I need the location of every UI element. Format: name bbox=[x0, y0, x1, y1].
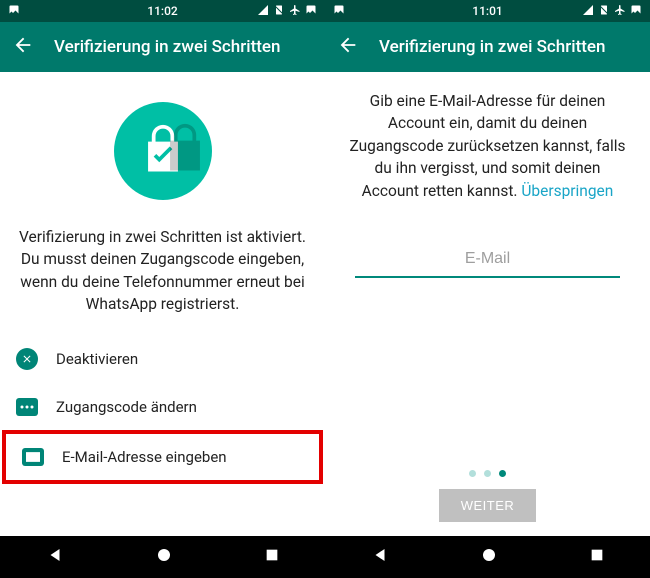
step-dot bbox=[469, 470, 476, 477]
option-label: E-Mail-Adresse eingeben bbox=[62, 448, 227, 466]
airplane-icon bbox=[614, 4, 626, 19]
options-list: Deaktivieren Zugangscode ändern E-Mail-A… bbox=[0, 334, 325, 484]
signal-icon bbox=[582, 4, 594, 19]
option-label: Deaktivieren bbox=[56, 350, 138, 368]
clock: 11:01 bbox=[472, 4, 502, 18]
email-instructions: Gib eine E-Mail-Adresse für deinen Accou… bbox=[325, 72, 650, 208]
app-bar: Verifizierung in zwei Schritten bbox=[325, 22, 650, 72]
notification-picture-icon bbox=[630, 4, 642, 19]
nav-home-icon[interactable] bbox=[155, 546, 173, 568]
content-area: Verifizierung in zwei Schritten ist akti… bbox=[0, 72, 325, 536]
signal-icon bbox=[257, 4, 269, 19]
footer: WEITER bbox=[325, 470, 650, 536]
option-enter-email[interactable]: E-Mail-Adresse eingeben bbox=[2, 430, 323, 484]
page-title: Verifizierung in zwei Schritten bbox=[379, 37, 605, 57]
nav-bar bbox=[0, 536, 325, 578]
hero-badge bbox=[0, 72, 325, 226]
email-field[interactable] bbox=[355, 244, 620, 278]
email-input-wrap bbox=[325, 208, 650, 288]
notification-picture-icon bbox=[333, 4, 345, 19]
mail-icon bbox=[22, 448, 44, 466]
status-bar: 11:01 bbox=[325, 0, 650, 22]
screen-enter-email: 11:01 Verifizierung in zwei Schritten Gi… bbox=[325, 0, 650, 578]
close-icon bbox=[16, 348, 38, 370]
notification-picture-icon bbox=[305, 4, 317, 19]
step-dots bbox=[469, 470, 506, 477]
option-change-code[interactable]: Zugangscode ändern bbox=[0, 384, 325, 430]
option-deactivate[interactable]: Deaktivieren bbox=[0, 334, 325, 384]
airplane-icon bbox=[289, 4, 301, 19]
screen-two-step-activated: 11:02 Verifizierung in zwei Schritten Ve… bbox=[0, 0, 325, 578]
lock-shadow-icon bbox=[162, 122, 208, 178]
nav-bar bbox=[325, 536, 650, 578]
notification-picture-icon bbox=[8, 4, 20, 19]
nav-recent-icon[interactable] bbox=[589, 547, 605, 567]
app-bar: Verifizierung in zwei Schritten bbox=[0, 22, 325, 72]
back-icon[interactable] bbox=[12, 34, 34, 60]
no-sim-icon bbox=[273, 4, 285, 19]
option-label: Zugangscode ändern bbox=[56, 398, 197, 416]
pin-dots-icon bbox=[16, 398, 38, 416]
nav-back-icon[interactable] bbox=[371, 546, 389, 568]
nav-back-icon[interactable] bbox=[46, 546, 64, 568]
activation-description: Verifizierung in zwei Schritten ist akti… bbox=[0, 226, 325, 334]
status-bar: 11:02 bbox=[0, 0, 325, 22]
page-title: Verifizierung in zwei Schritten bbox=[54, 37, 280, 57]
nav-recent-icon[interactable] bbox=[264, 547, 280, 567]
no-sim-icon bbox=[598, 4, 610, 19]
skip-link[interactable]: Überspringen bbox=[521, 182, 613, 200]
step-dot bbox=[484, 470, 491, 477]
nav-home-icon[interactable] bbox=[480, 546, 498, 568]
content-area: Gib eine E-Mail-Adresse für deinen Accou… bbox=[325, 72, 650, 536]
clock: 11:02 bbox=[147, 4, 177, 18]
next-button[interactable]: WEITER bbox=[439, 489, 537, 522]
back-icon[interactable] bbox=[337, 34, 359, 60]
step-dot-active bbox=[499, 470, 506, 477]
